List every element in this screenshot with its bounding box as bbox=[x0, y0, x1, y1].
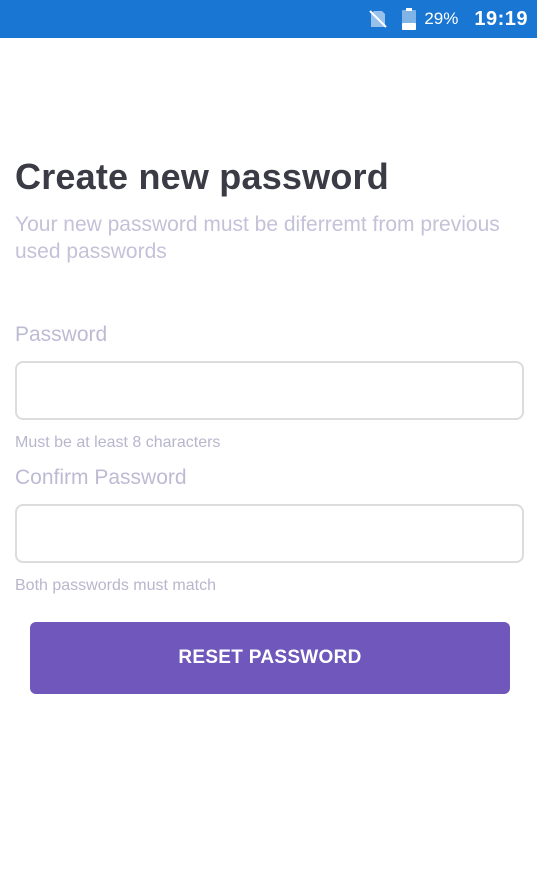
password-hint: Must be at least 8 characters bbox=[15, 434, 221, 451]
password-input[interactable] bbox=[15, 361, 524, 420]
page-subtitle: Your new password must be diferremt from… bbox=[15, 213, 500, 263]
battery-icon bbox=[402, 8, 417, 30]
clock-time: 19:19 bbox=[474, 7, 528, 30]
confirm-password-input[interactable] bbox=[15, 504, 524, 563]
status-icons: 29% 19:19 bbox=[368, 0, 528, 38]
battery-percent: 29% bbox=[424, 9, 459, 28]
no-sim-icon bbox=[369, 10, 388, 28]
password-label: Password bbox=[15, 323, 108, 346]
status-bar: 29% 19:19 bbox=[0, 0, 537, 38]
confirm-password-hint: Both passwords must match bbox=[15, 577, 216, 594]
page-title: Create new password bbox=[15, 156, 389, 197]
confirm-password-label: Confirm Password bbox=[15, 466, 187, 489]
reset-password-button[interactable]: RESET PASSWORD bbox=[30, 622, 510, 694]
